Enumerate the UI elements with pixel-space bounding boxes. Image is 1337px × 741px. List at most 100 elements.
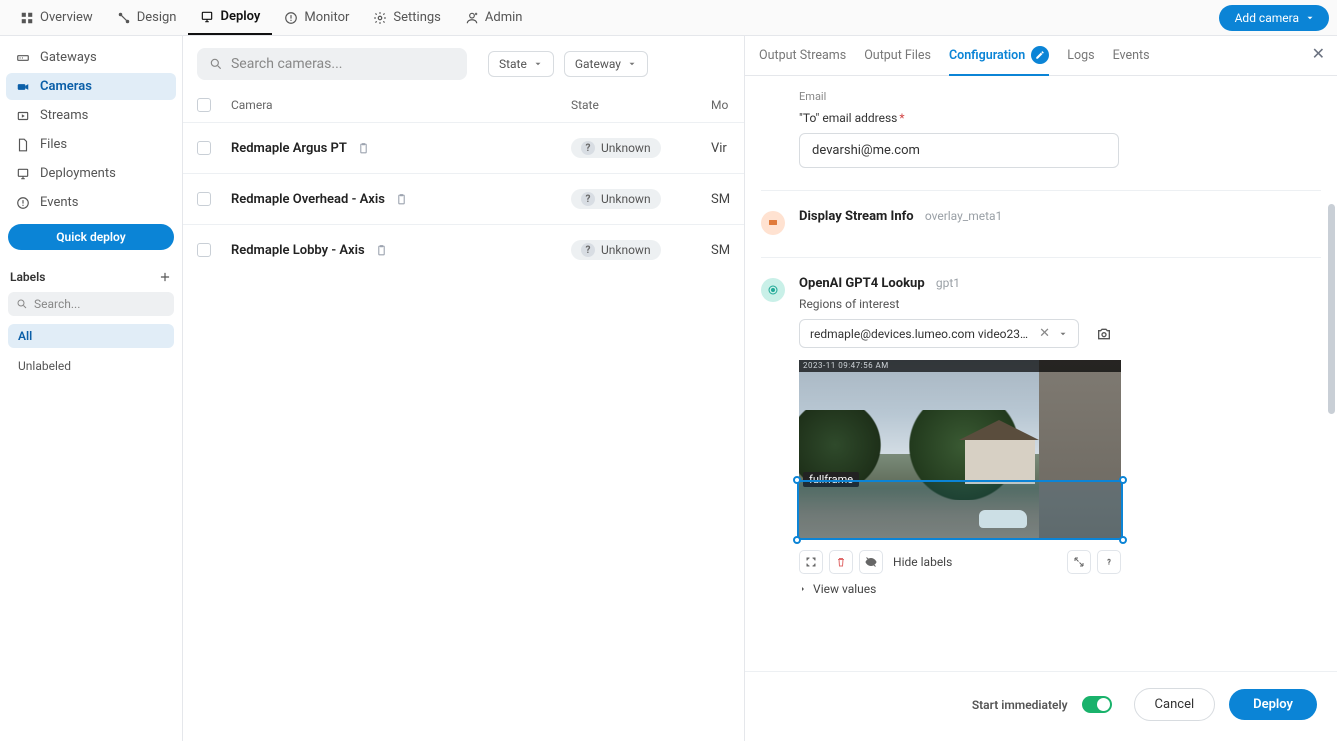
nav-admin-label: Admin <box>485 10 523 25</box>
clipboard-icon[interactable] <box>357 142 370 155</box>
monitor-icon <box>284 11 298 25</box>
col-camera-label: Camera <box>231 98 571 112</box>
cancel-button[interactable]: Cancel <box>1134 688 1216 721</box>
sidebar-label-streams: Streams <box>40 108 88 123</box>
roi-rectangle[interactable] <box>797 480 1123 540</box>
view-values-toggle[interactable]: View values <box>799 582 1321 596</box>
hide-labels-toggle[interactable] <box>859 550 883 574</box>
search-icon <box>209 57 223 71</box>
question-icon: ? <box>581 192 595 206</box>
state-text: Unknown <box>601 243 651 257</box>
roi-clear-icon[interactable]: ✕ <box>1039 326 1050 341</box>
sidebar-item-events[interactable]: Events <box>6 189 176 216</box>
tab-configuration[interactable]: Configuration <box>949 46 1049 76</box>
sidebar: Gateways Cameras Streams Files Deploymen… <box>0 36 183 741</box>
display-stream-node[interactable]: Display Stream Info overlay_meta1 <box>761 209 1321 235</box>
panel-close-button[interactable]: ✕ <box>1312 46 1325 62</box>
sidebar-label-gateways: Gateways <box>40 50 97 65</box>
events-icon <box>16 196 30 210</box>
chevron-down-icon <box>533 59 543 69</box>
add-camera-button[interactable]: Add camera <box>1219 5 1329 31</box>
sidebar-item-deployments[interactable]: Deployments <box>6 160 176 187</box>
sidebar-item-gateways[interactable]: Gateways <box>6 44 176 71</box>
state-badge: ? Unknown <box>571 189 661 209</box>
row-checkbox[interactable] <box>197 192 211 206</box>
nav-design[interactable]: Design <box>105 0 189 35</box>
roi-select[interactable]: redmaple@devices.lumeo.com video23-11-05… <box>799 319 1079 348</box>
nav-overview[interactable]: Overview <box>8 0 105 35</box>
settings-icon <box>373 11 387 25</box>
labels-search[interactable]: Search... <box>8 292 174 316</box>
sidebar-item-cameras[interactable]: Cameras <box>6 73 176 100</box>
snapshot-button[interactable] <box>1091 321 1117 347</box>
row-checkbox[interactable] <box>197 243 211 257</box>
chevron-right-icon <box>799 585 807 593</box>
table-header: Camera State Mo <box>183 92 744 122</box>
chevron-down-icon[interactable] <box>1058 329 1068 339</box>
filter-gateway[interactable]: Gateway <box>564 51 648 77</box>
col-state-label: State <box>571 98 711 112</box>
question-icon: ? <box>581 141 595 155</box>
email-input[interactable] <box>799 133 1119 168</box>
nav-settings[interactable]: Settings <box>361 0 452 35</box>
roi-handle-tr[interactable] <box>1119 476 1127 484</box>
clipboard-icon[interactable] <box>395 193 408 206</box>
roi-preview[interactable]: 2023-11 09:47:56 AM fullframe <box>799 360 1121 540</box>
tab-logs[interactable]: Logs <box>1067 48 1094 73</box>
filter-state[interactable]: State <box>488 51 554 77</box>
label-all[interactable]: All <box>8 324 174 348</box>
clipboard-icon[interactable] <box>375 244 388 257</box>
roi-handle-bl[interactable] <box>793 536 801 544</box>
nav-monitor[interactable]: Monitor <box>272 0 361 35</box>
roi-handle-tl[interactable] <box>793 476 801 484</box>
sidebar-item-files[interactable]: Files <box>6 131 176 158</box>
deploy-icon <box>200 10 214 24</box>
tab-events[interactable]: Events <box>1113 48 1150 73</box>
search-cameras-input[interactable]: Search cameras... <box>197 48 467 80</box>
panel-scrollbar[interactable] <box>1328 84 1335 621</box>
table-row[interactable]: Redmaple Argus PT ? Unknown Vir <box>183 122 744 173</box>
nav-admin[interactable]: Admin <box>453 0 535 35</box>
center-pane: Search cameras... State Gateway Camera S… <box>183 36 744 741</box>
model-text: Vir <box>711 141 730 156</box>
camera-icon <box>16 80 30 94</box>
config-panel: Output Streams Output Files Configuratio… <box>744 36 1337 741</box>
state-text: Unknown <box>601 141 651 155</box>
state-text: Unknown <box>601 192 651 206</box>
tab-output-files[interactable]: Output Files <box>864 48 931 73</box>
plus-icon[interactable] <box>158 270 172 284</box>
panel-tabs: Output Streams Output Files Configuratio… <box>745 36 1337 76</box>
row-checkbox[interactable] <box>197 141 211 155</box>
camera-name: Redmaple Lobby - Axis <box>231 243 365 258</box>
model-text: SM <box>711 192 730 207</box>
tab-output-streams[interactable]: Output Streams <box>759 48 846 73</box>
nav-deploy[interactable]: Deploy <box>188 0 272 35</box>
sidebar-item-streams[interactable]: Streams <box>6 102 176 129</box>
table-row[interactable]: Redmaple Overhead - Axis ? Unknown SM <box>183 173 744 224</box>
camera-name: Redmaple Overhead - Axis <box>231 192 385 207</box>
labels-search-placeholder: Search... <box>34 297 80 311</box>
start-immediately-toggle[interactable] <box>1082 696 1112 713</box>
nav-settings-label: Settings <box>393 10 440 25</box>
roi-selected-text: redmaple@devices.lumeo.com video23-11-05 <box>810 327 1031 341</box>
model-text: SM <box>711 243 730 258</box>
fit-button[interactable] <box>799 550 823 574</box>
label-unlabeled[interactable]: Unlabeled <box>8 354 174 378</box>
col-model-label: Mo <box>711 98 730 112</box>
deploy-button[interactable]: Deploy <box>1229 689 1317 720</box>
sidebar-label-deployments: Deployments <box>40 166 116 181</box>
filter-state-label: State <box>499 57 527 71</box>
quick-deploy-button[interactable]: Quick deploy <box>8 224 174 250</box>
table-row[interactable]: Redmaple Lobby - Axis ? Unknown SM <box>183 224 744 275</box>
roi-handle-br[interactable] <box>1119 536 1127 544</box>
select-all-checkbox[interactable] <box>197 98 211 112</box>
help-button[interactable]: ? <box>1097 550 1121 574</box>
delete-roi-button[interactable] <box>829 550 853 574</box>
display-node-title: Display Stream Info <box>799 209 914 224</box>
panel-footer: Start immediately Cancel Deploy <box>745 671 1337 741</box>
gpt-node-sub: gpt1 <box>936 276 960 290</box>
display-node-icon <box>761 211 785 235</box>
expand-button[interactable] <box>1067 550 1091 574</box>
streams-icon <box>16 109 30 123</box>
labels-title: Labels <box>10 270 45 284</box>
